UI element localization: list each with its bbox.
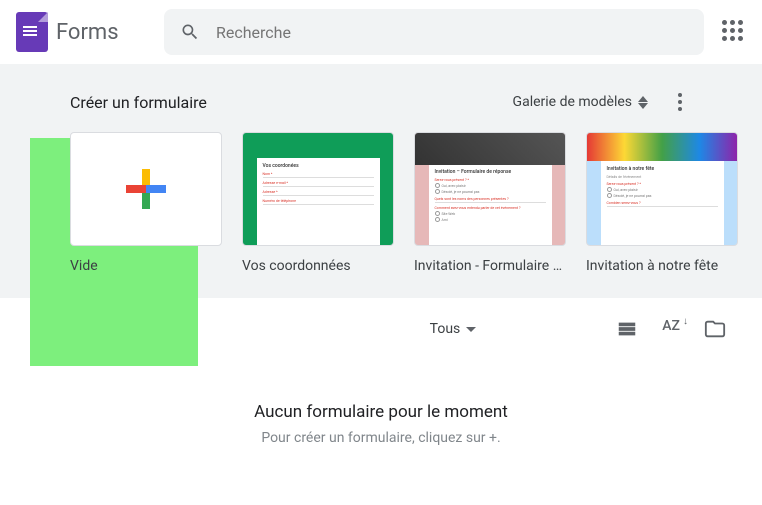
plus-icon: [126, 169, 166, 209]
search-box[interactable]: [164, 9, 704, 55]
folder-open-icon[interactable]: [704, 318, 726, 340]
create-form-label: Créer un formulaire: [70, 93, 207, 112]
template-gallery-label: Galerie de modèles: [513, 94, 632, 110]
template-thumb: [70, 132, 222, 246]
template-contact[interactable]: Vos coordonées Nom * Adresse e-mail * Ad…: [242, 132, 394, 274]
google-apps-icon[interactable]: [722, 20, 746, 44]
list-view-icon[interactable]: [616, 318, 638, 340]
dropdown-icon: [466, 327, 476, 332]
search-input[interactable]: [216, 23, 688, 42]
sort-az-button[interactable]: AZ: [662, 318, 680, 340]
more-options-button[interactable]: [668, 93, 692, 111]
template-thumb: Invitation – Formulaire de réponse Serez…: [414, 132, 566, 246]
template-name: Invitation - Formulaire de réponse: [414, 258, 566, 274]
empty-subtitle: Pour créer un formulaire, cliquez sur +.: [0, 430, 762, 446]
template-party[interactable]: Invitation à notre fête Détails de l'évé…: [586, 132, 738, 274]
template-name: Vide: [70, 258, 222, 274]
template-thumb: Vos coordonées Nom * Adresse e-mail * Ad…: [242, 132, 394, 246]
empty-state: Aucun formulaire pour le moment Pour cré…: [0, 402, 762, 446]
owner-filter-label: Tous: [430, 321, 461, 337]
template-thumb: Invitation à notre fête Détails de l'évé…: [586, 132, 738, 246]
template-gallery: Créer un formulaire Galerie de modèles V…: [0, 64, 762, 298]
owner-filter[interactable]: Tous: [430, 321, 477, 337]
template-gallery-link[interactable]: Galerie de modèles: [513, 94, 648, 110]
logo[interactable]: Forms: [16, 12, 156, 52]
forms-logo-icon: [16, 12, 48, 52]
unfold-icon: [638, 96, 648, 109]
app-name: Forms: [56, 20, 119, 45]
template-rsvp[interactable]: Invitation – Formulaire de réponse Serez…: [414, 132, 566, 274]
app-header: Forms: [0, 0, 762, 64]
template-blank[interactable]: Vide: [70, 132, 222, 274]
template-name: Vos coordonnées: [242, 258, 394, 274]
search-icon: [180, 22, 200, 42]
empty-title: Aucun formulaire pour le moment: [0, 402, 762, 422]
template-name: Invitation à notre fête: [586, 258, 738, 274]
